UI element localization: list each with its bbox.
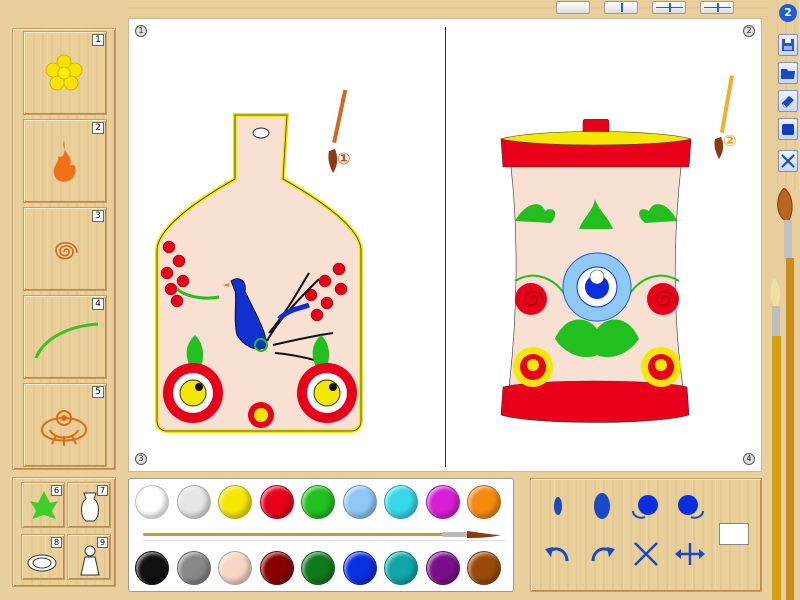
- right-toolbar: 2: [776, 0, 800, 190]
- open-folder-icon: [781, 69, 795, 79]
- stencil-2[interactable]: 2: [23, 119, 107, 203]
- small-brush-icon: [554, 497, 562, 515]
- large-brush-button[interactable]: [585, 491, 619, 521]
- stencil-4[interactable]: 4: [23, 295, 107, 379]
- jar-artwork[interactable]: [495, 119, 695, 429]
- eraser-button[interactable]: [778, 90, 798, 112]
- rotate-left-stamp-icon: [632, 495, 658, 519]
- stencil-1[interactable]: 1: [23, 31, 107, 115]
- template-9[interactable]: 9: [67, 534, 111, 580]
- color-swatch-top-3[interactable]: [218, 485, 252, 519]
- corner-marker: 1: [135, 25, 147, 37]
- color-swatch-top-8[interactable]: [425, 485, 460, 519]
- fill-shape-icon: [782, 124, 794, 135]
- color-swatch-top-5[interactable]: [301, 485, 335, 519]
- color-swatch-bottom-4[interactable]: [259, 551, 294, 585]
- close-button[interactable]: [778, 150, 798, 172]
- undo-button[interactable]: [541, 539, 575, 569]
- spiral-stencil-icon: [55, 242, 78, 260]
- large-brush-icon: [594, 493, 610, 519]
- template-number: 6: [51, 485, 62, 496]
- rotate-right-stamp-icon: [678, 495, 704, 519]
- template-number: 7: [97, 485, 108, 496]
- stencil-3[interactable]: 3: [23, 207, 107, 291]
- color-swatch-bottom-8[interactable]: [425, 551, 460, 585]
- move-icon: [675, 543, 705, 565]
- color-swatch-bottom-6[interactable]: [342, 551, 377, 585]
- color-swatch-top-4[interactable]: [259, 485, 294, 519]
- layout-toolbar: [128, 0, 768, 18]
- template-number: 9: [97, 537, 108, 548]
- curve-stencil-icon: [34, 322, 98, 359]
- color-swatch-top-7[interactable]: [384, 485, 418, 519]
- flame-stencil-icon: [53, 140, 76, 182]
- fill-button[interactable]: [778, 118, 798, 140]
- template-8[interactable]: 8: [21, 534, 65, 580]
- move-button[interactable]: [673, 539, 707, 569]
- color-swatch-bottom-2[interactable]: [176, 551, 211, 585]
- save-icon: [782, 39, 794, 51]
- color-swatch-top-9[interactable]: [467, 485, 501, 519]
- color-swatch-bottom-7[interactable]: [384, 551, 418, 585]
- corner-marker: 2: [743, 25, 755, 37]
- brush-preview: [719, 523, 749, 545]
- color-swatch-bottom-9[interactable]: [467, 551, 501, 585]
- marker-label-1: ①: [337, 149, 351, 168]
- color-swatch-bottom-1[interactable]: [135, 551, 169, 585]
- layout-single-button[interactable]: [556, 1, 590, 14]
- small-brush-button[interactable]: [541, 491, 575, 521]
- help-button[interactable]: 2: [779, 4, 797, 22]
- color-swatch-top-6[interactable]: [342, 485, 377, 519]
- template-panel: 6 7 8 9: [12, 477, 116, 587]
- flip-icon: [634, 542, 658, 566]
- color-swatch-top-2[interactable]: [176, 485, 211, 519]
- template-number: 8: [51, 537, 62, 548]
- flip-button[interactable]: [629, 539, 663, 569]
- color-palette: [128, 478, 514, 592]
- brush-marker-2-icon: [714, 75, 734, 159]
- layout-quad-split-button[interactable]: [700, 1, 734, 14]
- undo-icon: [545, 547, 569, 562]
- marker-label-2: ②: [723, 131, 737, 150]
- template-6[interactable]: 6: [21, 482, 65, 528]
- layout-vertical-split-button[interactable]: [604, 1, 638, 14]
- palette-brush-icon: [143, 531, 505, 541]
- stencil-panel: 1 2 3 4 5: [12, 28, 116, 470]
- brush-tool-panel: [530, 478, 762, 592]
- ornament-flower-stencil-icon: [40, 410, 88, 446]
- rotate-left-stamp-button[interactable]: [629, 491, 663, 521]
- drawing-canvas[interactable]: 1 2 3 4 ① ②: [128, 18, 762, 472]
- corner-marker: 4: [743, 453, 755, 465]
- color-swatch-bottom-5[interactable]: [301, 551, 335, 585]
- layout-horizontal-split-button[interactable]: [652, 1, 686, 14]
- eraser-icon: [781, 96, 794, 108]
- corner-marker: 3: [135, 453, 147, 465]
- template-7[interactable]: 7: [67, 482, 111, 528]
- flower-stencil-icon: [45, 54, 83, 91]
- save-button[interactable]: [778, 34, 798, 56]
- open-button[interactable]: [778, 62, 798, 84]
- redo-button[interactable]: [585, 539, 619, 569]
- decorative-brushes: [770, 188, 794, 600]
- redo-icon: [591, 547, 615, 562]
- rotate-right-stamp-button[interactable]: [673, 491, 707, 521]
- color-swatch-bottom-3[interactable]: [218, 551, 252, 585]
- close-icon: [781, 154, 795, 168]
- canvas-divider: [445, 27, 446, 467]
- stencil-5[interactable]: 5: [23, 383, 107, 467]
- color-swatch-top-1[interactable]: [135, 485, 169, 519]
